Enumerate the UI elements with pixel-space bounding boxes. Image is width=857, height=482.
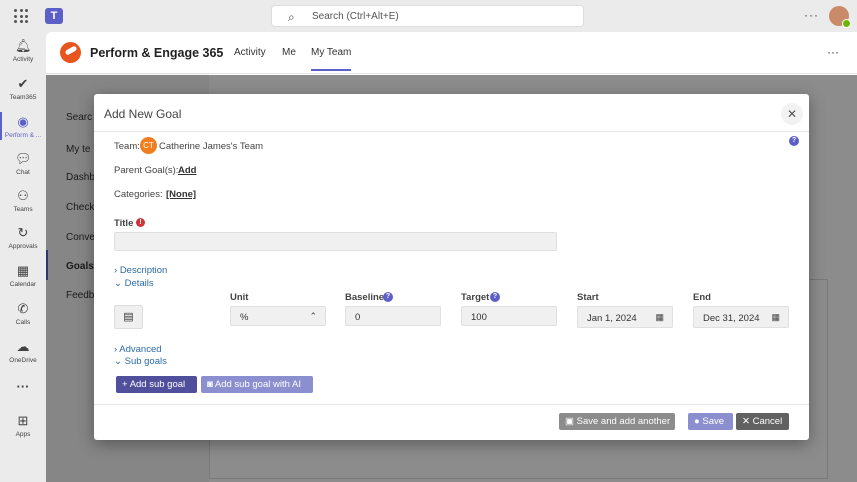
ai-icon: ◙ — [207, 379, 213, 390]
rail-more-apps[interactable]: ··· — [0, 379, 46, 395]
perform-icon: ◉ — [17, 114, 29, 129]
tab-my-team[interactable]: My Team — [311, 47, 352, 71]
rail-item-team365[interactable]: ✔ Team365 — [0, 76, 46, 101]
add-sub-goal-button[interactable]: + Add sub goal — [116, 376, 197, 393]
phone-icon: ✆ — [17, 301, 29, 316]
unit-select[interactable]: % ⌃ — [230, 306, 326, 326]
cloud-icon: ☁ — [16, 339, 30, 354]
target-input[interactable]: 100 — [461, 306, 557, 326]
rail-item-teams[interactable]: ⚇ Teams — [0, 188, 46, 213]
advanced-toggle[interactable]: › Advanced — [114, 344, 162, 355]
app-launcher-icon[interactable] — [14, 9, 28, 23]
calendar-icon[interactable]: ▦ — [655, 312, 664, 323]
bell-icon: 🔔︎ — [15, 38, 32, 53]
team-avatar: CT — [140, 137, 157, 154]
more-options-icon[interactable]: ··· — [827, 45, 839, 59]
target-header: Target — [461, 292, 490, 303]
required-icon: ! — [136, 218, 145, 227]
help-icon[interactable]: ? — [789, 136, 799, 146]
end-header: End — [693, 292, 711, 303]
start-date-input[interactable]: Jan 1, 2024 ▦ — [577, 306, 673, 328]
calculator-button[interactable]: ▤ — [114, 305, 143, 329]
close-icon: ✕ — [786, 107, 798, 121]
categories-label: Categories: — [114, 189, 163, 200]
dialog-header: Add New Goal ✕ — [94, 94, 809, 132]
categories-link[interactable]: [None] — [166, 189, 196, 200]
rail-item-onedrive[interactable]: ☁ OneDrive — [0, 339, 46, 364]
close-button[interactable]: ✕ — [781, 103, 803, 125]
search-placeholder[interactable]: Search (Ctrl+Alt+E) — [312, 11, 399, 22]
rail-item-calls[interactable]: ✆ Calls — [0, 301, 46, 326]
tab-activity[interactable]: Activity — [234, 47, 266, 58]
start-header: Start — [577, 292, 599, 303]
search-box[interactable]: ⌕ Search (Ctrl+Alt+E) — [271, 5, 584, 27]
chat-icon: 💬︎ — [15, 151, 32, 166]
teams-icon: ⚇ — [17, 188, 29, 203]
team-label: Team: — [114, 141, 140, 152]
title-input[interactable] — [114, 232, 557, 251]
chevron-up-icon: ⌃ — [309, 311, 317, 321]
calculator-icon: ▤ — [123, 311, 134, 323]
unit-header: Unit — [230, 292, 249, 303]
plus-icon: + — [122, 379, 128, 390]
rail-item-perform[interactable]: ◉ Perform & ... — [0, 112, 46, 140]
add-sub-goal-ai-button[interactable]: ◙ Add sub goal with AI — [201, 376, 313, 393]
baseline-input[interactable]: 0 — [345, 306, 441, 326]
title-label: Title — [114, 218, 134, 229]
rail-item-apps[interactable]: ⊞ Apps — [0, 413, 46, 438]
rail-item-chat[interactable]: 💬︎ Chat — [0, 151, 46, 176]
teams-top-bar: T ⌕ Search (Ctrl+Alt+E) ··· — [0, 0, 857, 32]
parent-goal-add-link[interactable]: Add — [178, 165, 196, 176]
rail-item-calendar[interactable]: ▦ Calendar — [0, 263, 46, 288]
save-and-add-another-button[interactable]: ▣ Save and add another — [559, 413, 675, 430]
tab-me[interactable]: Me — [282, 47, 296, 58]
end-date-input[interactable]: Dec 31, 2024 ▦ — [693, 306, 789, 328]
add-goal-dialog: Add New Goal ✕ ? Team: CT Catherine Jame… — [94, 94, 809, 440]
plus-square-icon: ⊞ — [17, 413, 29, 428]
rail-item-activity[interactable]: 🔔︎ Activity — [0, 38, 46, 63]
calendar-icon: ▦ — [16, 263, 30, 278]
description-toggle[interactable]: › Description — [114, 265, 167, 276]
cancel-button[interactable]: ✕ Cancel — [736, 413, 789, 430]
sub-goals-toggle[interactable]: ⌄ Sub goals — [114, 356, 167, 367]
dialog-footer-divider — [94, 404, 809, 405]
avatar[interactable] — [829, 6, 851, 28]
calendar-icon[interactable]: ▦ — [771, 312, 780, 323]
save-button[interactable]: ● Save — [688, 413, 733, 430]
team-name: Catherine James's Team — [159, 141, 264, 152]
baseline-header: Baseline — [345, 292, 385, 303]
search-icon: ⌕ — [288, 10, 295, 24]
app-name: Perform & Engage 365 — [90, 46, 224, 60]
app-logo-icon — [60, 42, 81, 63]
save-icon: ▣ — [565, 416, 574, 427]
baseline-help-icon[interactable]: ? — [383, 292, 393, 302]
left-rail: 🔔︎ Activity ✔ Team365 ◉ Perform & ... 💬︎ Cha… — [0, 32, 46, 482]
info-icon: ● — [694, 416, 700, 427]
target-help-icon[interactable]: ? — [490, 292, 500, 302]
rail-item-approvals[interactable]: ↻ Approvals — [0, 225, 46, 250]
teams-window: T ⌕ Search (Ctrl+Alt+E) ··· 🔔︎ Activity ✔… — [0, 0, 857, 482]
more-options-icon[interactable]: ··· — [804, 8, 819, 22]
details-toggle[interactable]: ⌄ Details — [114, 278, 154, 289]
dialog-title: Add New Goal — [104, 107, 182, 121]
more-icon: ··· — [16, 379, 30, 394]
teams-logo-icon: T — [45, 8, 63, 24]
parent-goals-label: Parent Goal(s): — [114, 165, 179, 176]
check-circle-icon: ✔ — [17, 76, 29, 91]
approvals-icon: ↻ — [17, 225, 29, 240]
close-icon: ✕ — [742, 416, 750, 427]
app-header: Perform & Engage 365 Activity Me My Team… — [46, 32, 857, 74]
